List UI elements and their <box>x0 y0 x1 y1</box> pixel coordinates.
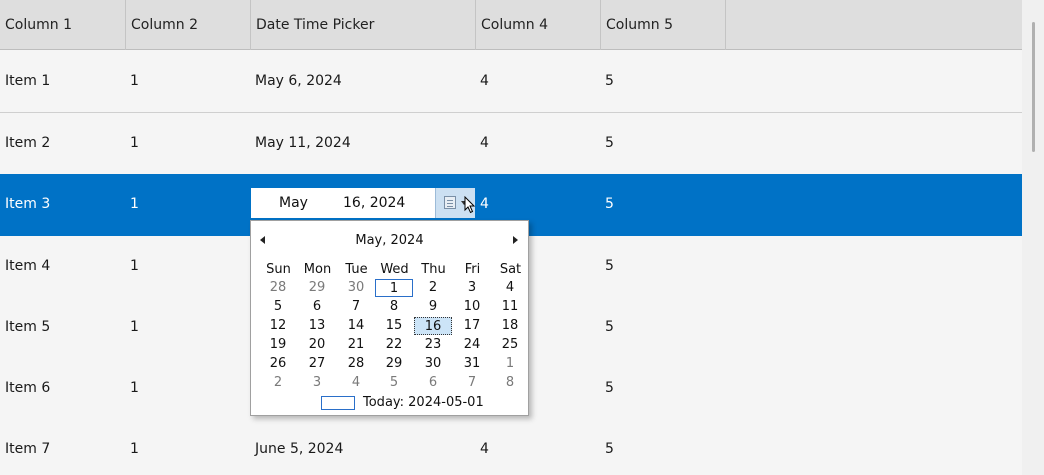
cell-column-5[interactable]: 5 <box>605 358 614 419</box>
calendar-day[interactable]: 14 <box>337 317 375 335</box>
column-header-1[interactable]: Column 1 <box>0 0 126 50</box>
calendar-day[interactable]: 8 <box>491 374 529 392</box>
column-header-4[interactable]: Column 4 <box>476 0 601 50</box>
calendar-day[interactable]: 13 <box>298 317 336 335</box>
next-month-icon[interactable] <box>513 236 518 244</box>
calendar-day[interactable]: 2 <box>414 279 452 297</box>
table-row[interactable]: Item 1 1 May 6, 2024 4 5 <box>0 51 1022 113</box>
weekday-label: Mon <box>303 262 332 277</box>
cell-column-4[interactable]: 4 <box>480 113 489 174</box>
cell-date[interactable]: May 6, 2024 <box>255 51 342 112</box>
weekday-label: Thu <box>421 262 446 277</box>
calendar-day[interactable]: 29 <box>375 355 413 373</box>
calendar-day[interactable]: 16 <box>414 317 452 335</box>
column-header-date-time-picker[interactable]: Date Time Picker <box>251 0 476 50</box>
calendar-day[interactable]: 25 <box>491 336 529 354</box>
cell-column-2[interactable]: 1 <box>130 419 139 475</box>
cell-column-1[interactable]: Item 6 <box>5 358 50 419</box>
today-link[interactable]: Today: 2024-05-01 <box>363 395 484 411</box>
calendar-day[interactable]: 3 <box>453 279 491 297</box>
cell-column-2[interactable]: 1 <box>130 236 139 297</box>
cell-date[interactable]: June 5, 2024 <box>255 419 343 475</box>
calendar-day[interactable]: 18 <box>491 317 529 335</box>
cell-column-1[interactable]: Item 2 <box>5 113 50 174</box>
calendar-day[interactable]: 17 <box>453 317 491 335</box>
calendar-day[interactable]: 24 <box>453 336 491 354</box>
cell-column-2[interactable]: 1 <box>130 174 139 235</box>
calendar-day[interactable]: 29 <box>298 279 336 297</box>
calendar-day[interactable]: 28 <box>337 355 375 373</box>
calendar-day[interactable]: 11 <box>491 298 529 316</box>
calendar-icon <box>444 196 456 209</box>
calendar-day[interactable]: 22 <box>375 336 413 354</box>
calendar-day[interactable]: 4 <box>491 279 529 297</box>
cell-column-2[interactable]: 1 <box>130 297 139 358</box>
date-month-field[interactable]: May <box>279 188 308 218</box>
calendar-day[interactable]: 10 <box>453 298 491 316</box>
today-marker <box>321 396 355 410</box>
calendar-day[interactable]: 2 <box>259 374 297 392</box>
cell-column-2[interactable]: 1 <box>130 113 139 174</box>
calendar-day[interactable]: 28 <box>259 279 297 297</box>
calendar-day[interactable]: 7 <box>337 298 375 316</box>
vertical-scrollbar[interactable] <box>1022 0 1044 475</box>
cell-column-5[interactable]: 5 <box>605 174 614 235</box>
calendar-day[interactable]: 1 <box>491 355 529 373</box>
column-header-2[interactable]: Column 2 <box>126 0 251 50</box>
cell-column-1[interactable]: Item 5 <box>5 297 50 358</box>
calendar-day[interactable]: 12 <box>259 317 297 335</box>
cell-column-5[interactable]: 5 <box>605 113 614 174</box>
calendar-day[interactable]: 31 <box>453 355 491 373</box>
cell-column-1[interactable]: Item 1 <box>5 51 50 112</box>
calendar-dropdown-button[interactable] <box>435 188 476 218</box>
cell-column-4[interactable]: 4 <box>480 51 489 112</box>
cell-date[interactable]: May 11, 2024 <box>255 113 351 174</box>
cell-column-1[interactable]: Item 4 <box>5 236 50 297</box>
weekday-label: Sun <box>266 262 291 277</box>
calendar-day[interactable]: 15 <box>375 317 413 335</box>
calendar-day[interactable]: 26 <box>259 355 297 373</box>
calendar-day[interactable]: 19 <box>259 336 297 354</box>
column-header-5[interactable]: Column 5 <box>601 0 726 50</box>
calendar-header: May, 2024 <box>251 231 528 251</box>
calendar-day[interactable]: 6 <box>414 374 452 392</box>
calendar-day[interactable]: 5 <box>259 298 297 316</box>
calendar-day[interactable]: 7 <box>453 374 491 392</box>
cell-column-1[interactable]: Item 7 <box>5 419 50 475</box>
table-row[interactable]: Item 2 1 May 11, 2024 4 5 <box>0 113 1022 175</box>
calendar-day[interactable]: 1 <box>375 279 413 297</box>
date-day-year-field[interactable]: 16, 2024 <box>343 188 405 218</box>
calendar-day[interactable]: 9 <box>414 298 452 316</box>
weekday-label: Fri <box>464 262 481 277</box>
weekday-label: Tue <box>345 262 368 277</box>
cell-column-5[interactable]: 5 <box>605 419 614 475</box>
weekday-label: Sat <box>499 262 522 277</box>
cell-column-4[interactable]: 4 <box>480 419 489 475</box>
table-row[interactable]: Item 7 1 June 5, 2024 4 5 <box>0 419 1022 475</box>
calendar-day[interactable]: 30 <box>337 279 375 297</box>
cell-column-2[interactable]: 1 <box>130 358 139 419</box>
scrollbar-thumb[interactable] <box>1032 22 1035 152</box>
weekday-label: Wed <box>380 262 409 277</box>
grid-header: Column 1 Column 2 Date Time Picker Colum… <box>0 0 1022 50</box>
calendar-dropdown: May, 2024 Sun Mon Tue Wed Thu Fri Sat 28… <box>250 220 529 416</box>
date-time-picker-input[interactable]: May 16, 2024 <box>251 188 476 218</box>
cell-column-5[interactable]: 5 <box>605 297 614 358</box>
calendar-day[interactable]: 8 <box>375 298 413 316</box>
calendar-month-title[interactable]: May, 2024 <box>251 231 528 251</box>
calendar-day[interactable]: 23 <box>414 336 452 354</box>
calendar-day[interactable]: 5 <box>375 374 413 392</box>
calendar-day[interactable]: 20 <box>298 336 336 354</box>
calendar-day[interactable]: 3 <box>298 374 336 392</box>
cell-column-5[interactable]: 5 <box>605 51 614 112</box>
calendar-day[interactable]: 27 <box>298 355 336 373</box>
cell-column-1[interactable]: Item 3 <box>5 174 50 235</box>
cell-column-2[interactable]: 1 <box>130 51 139 112</box>
calendar-day[interactable]: 4 <box>337 374 375 392</box>
cell-column-5[interactable]: 5 <box>605 236 614 297</box>
calendar-day[interactable]: 6 <box>298 298 336 316</box>
calendar-day[interactable]: 30 <box>414 355 452 373</box>
calendar-day[interactable]: 21 <box>337 336 375 354</box>
mouse-cursor-icon <box>464 196 476 214</box>
